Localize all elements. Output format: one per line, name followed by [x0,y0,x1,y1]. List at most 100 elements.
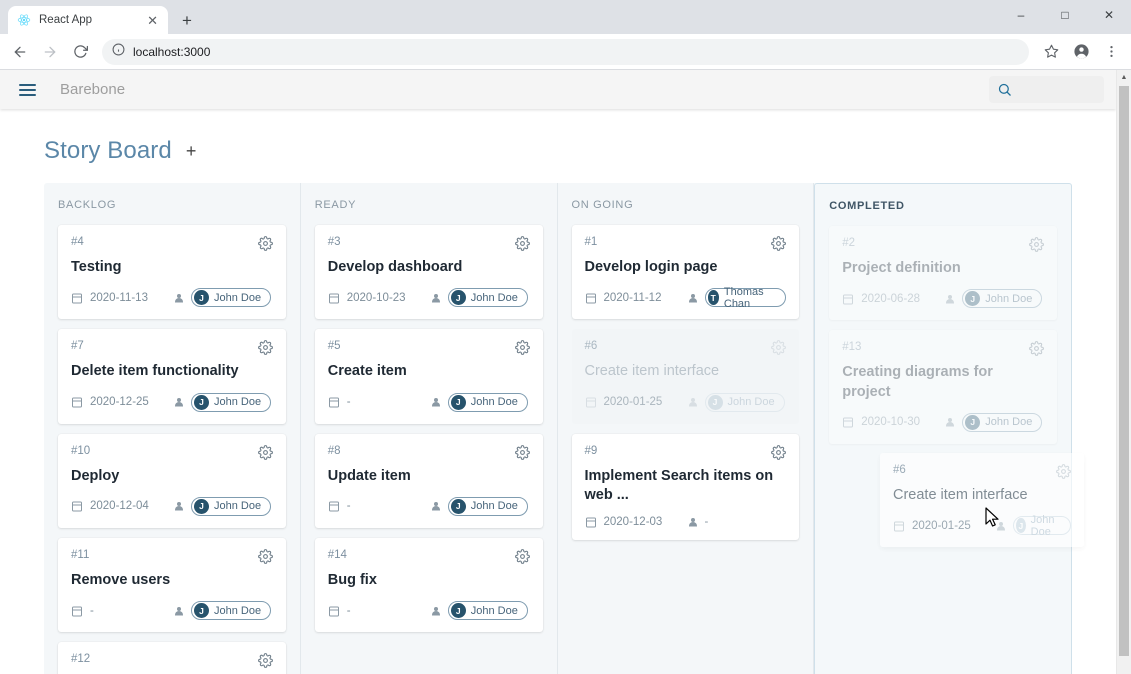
card-assignee: J John Doe [173,601,272,621]
assignee-chip[interactable]: J John Doe [704,392,785,412]
card-id: #4 [71,236,84,248]
assignee-chip[interactable]: J John Doe [191,392,272,412]
browser-toolbar: localhost:3000 [0,34,1131,70]
address-bar[interactable]: localhost:3000 [102,38,1029,65]
assignee-chip[interactable]: J John Doe [962,289,1043,309]
reload-icon[interactable] [66,38,94,66]
minimize-button[interactable]: – [999,0,1043,30]
info-circle-icon[interactable] [112,43,125,61]
story-card[interactable]: #14 Bug fix - J John Doe [314,537,543,633]
story-card[interactable]: #2 Project definition 2020-06-28 J John Doe [829,226,1057,321]
story-card[interactable]: #8 Update item - J John Doe [314,433,543,528]
three-dot-menu-icon[interactable] [1097,38,1125,66]
board-columns: BACKLOG #4 Testing 2020-11-13 J John Doe #7 Del… [44,183,1072,674]
assignee-name: John Doe [470,604,518,617]
assignee-chip[interactable]: J John Doe [447,392,528,412]
assignee-chip[interactable]: J John Doe [447,288,528,308]
gear-icon[interactable] [1029,341,1044,357]
avatar: J [194,498,209,514]
card-title: Update item [327,467,411,484]
assignee-chip[interactable]: J John Doe [191,601,272,621]
new-tab-button[interactable]: + [174,7,200,33]
card-title: Create item interface [584,363,720,380]
card-header: #12 [71,653,273,668]
board-column-backlog[interactable]: BACKLOG #4 Testing 2020-11-13 J John Doe #7 Del… [44,183,301,674]
scroll-up-arrow[interactable]: ▲ [1117,70,1131,85]
card-due-date-value: - [346,604,351,617]
story-card[interactable]: #10 Deploy 2020-12-04 J John Doe [58,433,286,528]
window-close-button[interactable]: ✕ [1087,0,1131,30]
story-card[interactable]: #1 Develop login page 2020-11-12 T Thomas Ch… [571,225,800,320]
assignee-name: John Doe [985,416,1033,429]
gear-icon[interactable] [1029,237,1044,252]
card-id: #5 [327,340,341,353]
account-avatar-icon[interactable] [1067,38,1095,66]
gear-icon[interactable] [771,444,787,460]
assignee-chip[interactable]: J John Doe [962,412,1043,432]
card-title: Create item [327,363,407,380]
assignee-chip[interactable]: J John Doe [191,288,272,308]
person-icon [687,396,699,408]
gear-icon[interactable] [771,340,787,356]
forward-arrow-icon [36,38,64,66]
story-card[interactable]: #13 Creating diagrams for project 2020-10-… [829,330,1057,444]
page-viewport: Barebone Story Board + BACKLOG #4 Testing 2… [0,70,1131,674]
card-assignee: J John Doe [687,392,785,412]
card-due-date-value: 2020-01-25 [603,396,663,409]
gear-icon[interactable] [514,444,530,460]
story-card[interactable]: #12Security-JJohn Doe [58,642,286,674]
person-icon [173,396,185,408]
search-input[interactable] [1018,82,1096,97]
maximize-button[interactable]: □ [1043,0,1087,30]
calendar-icon [842,416,854,428]
search-box[interactable] [989,76,1104,103]
card-id: #10 [71,444,91,457]
hamburger-menu-icon[interactable] [12,75,42,105]
board-column-completed[interactable]: COMPLETED #2 Project definition 2020-06-28 J… [814,183,1072,674]
gear-icon[interactable] [257,340,273,356]
story-card[interactable]: #9 Implement Search items on web ... 2020-… [571,433,800,541]
story-card[interactable]: #6 Create item interface 2020-01-25 J John D… [571,329,800,424]
assignee-chip[interactable]: T Thomas Chan [704,285,787,310]
gear-icon[interactable] [771,236,787,251]
star-icon[interactable] [1037,38,1065,66]
gear-icon[interactable] [514,236,530,251]
card-due-date-value: 2020-12-04 [90,500,149,513]
story-card[interactable]: #5 Create item - J John Doe [314,329,543,424]
card-title: Delete item functionality [71,363,239,380]
story-card[interactable]: #4 Testing 2020-11-13 J John Doe [58,225,286,320]
gear-icon[interactable] [257,653,273,668]
gear-icon[interactable] [257,548,273,564]
assignee-name: John Doe [214,291,262,304]
gear-icon[interactable] [514,340,530,356]
assignee-chip[interactable]: J John Doe [447,496,528,516]
browser-tab[interactable]: React App ✕ [8,6,168,34]
board-column-ready[interactable]: READY #3 Develop dashboard 2020-10-23 J John … [301,183,558,674]
assignee-chip[interactable]: J John Doe [191,496,272,516]
card-due-date: 2020-11-12 [585,292,681,304]
assignee-name: John Doe [470,291,518,304]
assignee-name: Thomas Chan [723,285,764,310]
story-card[interactable]: #3 Develop dashboard 2020-10-23 J John Doe [314,225,543,320]
gear-icon[interactable] [257,444,273,460]
card-header: #6 [585,340,787,356]
card-id: #12 [71,653,91,666]
assignee-name: John Doe [470,500,518,513]
board-column-on-going[interactable]: ON GOING #1 Develop login page 2020-11-12 T T… [558,183,815,674]
close-icon[interactable]: ✕ [145,14,160,27]
calendar-icon [71,605,83,617]
add-column-button[interactable]: + [186,142,197,160]
back-arrow-icon[interactable] [6,38,34,66]
calendar-icon [585,396,597,408]
story-card[interactable]: #7 Delete item functionality 2020-12-25 J Jo… [58,329,286,424]
assignee-chip[interactable]: J John Doe [447,601,528,621]
card-assignee: J John Doe [173,392,272,412]
gear-icon[interactable] [257,236,273,251]
gear-icon[interactable] [514,548,530,564]
story-card[interactable]: #11 Remove users - J John Doe [58,537,286,633]
page-scrollbar[interactable]: ▲ [1116,70,1131,674]
card-title: Bug fix [327,571,377,588]
scrollbar-thumb[interactable] [1119,86,1129,656]
calendar-icon [328,500,340,512]
card-due-date-value: 2020-11-12 [603,291,662,304]
